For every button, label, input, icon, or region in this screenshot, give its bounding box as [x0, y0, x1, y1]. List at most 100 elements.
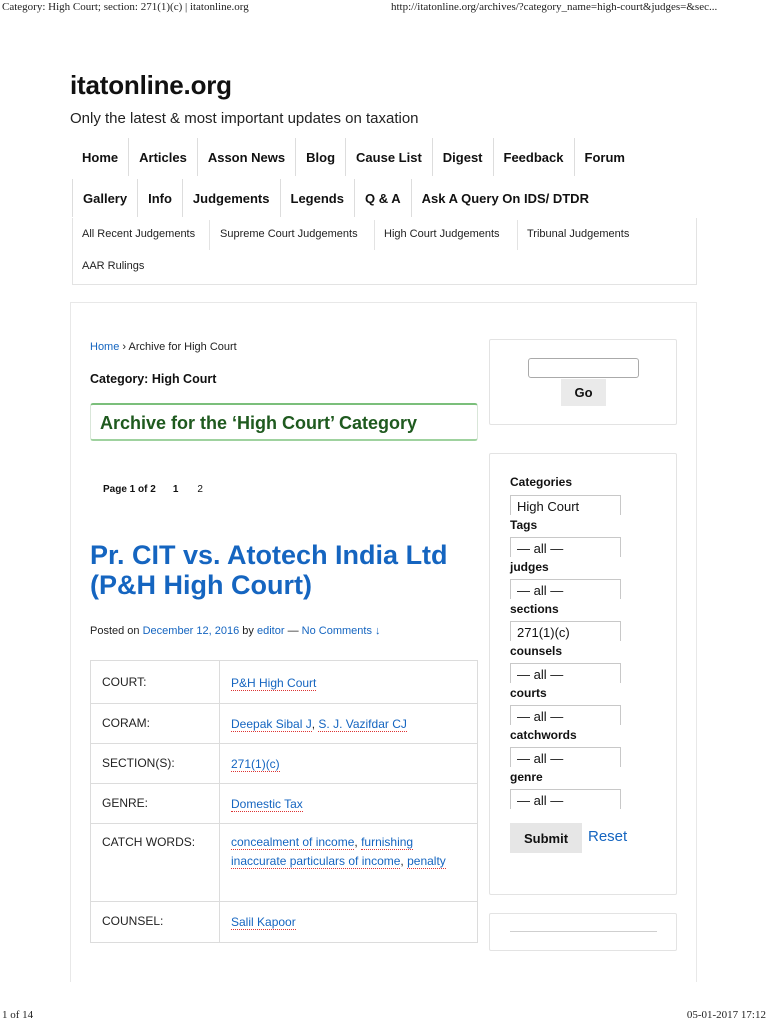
filter-reset-link[interactable]: Reset: [588, 828, 627, 845]
nav-item-articles[interactable]: Articles: [128, 138, 197, 176]
print-footer: 1 of 14 05-01-2017 17:12: [0, 1007, 768, 1024]
table-key-coram: CORAM:: [90, 703, 220, 744]
nav-item-q-and-a[interactable]: Q & A: [353, 179, 411, 217]
catchword-link-3[interactable]: penalty: [407, 854, 446, 869]
table-row: CORAM: Deepak Sibal J, S. J. Vazifdar CJ: [90, 703, 478, 744]
post-comments-link[interactable]: No Comments ↓: [302, 625, 381, 637]
nav-item-info[interactable]: Info: [137, 179, 182, 217]
filter-widget: Categories High Court Tags — all — judge…: [489, 453, 677, 895]
nav-item-forum[interactable]: Forum: [573, 138, 635, 176]
coram-link-1[interactable]: Deepak Sibal J: [231, 717, 312, 732]
post-meta-by: by: [242, 625, 254, 637]
table-row: CATCH WORDS: concealment of income, furn…: [90, 823, 478, 902]
nav-item-asson-news[interactable]: Asson News: [196, 138, 295, 176]
print-timestamp: 05-01-2017 17:12: [686, 1009, 766, 1021]
breadcrumb-separator: ›: [122, 341, 127, 353]
archive-heading-box: Archive for the ‘High Court’ Category: [90, 403, 478, 441]
nav-item-digest[interactable]: Digest: [431, 138, 493, 176]
site-tagline: Only the latest & most important updates…: [70, 110, 419, 127]
table-value-genre: Domestic Tax: [219, 783, 478, 824]
sections-select[interactable]: 271(1)(c): [510, 621, 621, 641]
coram-link-2[interactable]: S. J. Vazifdar CJ: [318, 717, 407, 732]
table-key-court: COURT:: [90, 660, 220, 704]
subnav-item-all-recent[interactable]: All Recent Judgements: [82, 228, 195, 240]
table-value-section: 271(1)(c): [219, 743, 478, 784]
catchwords-select[interactable]: — all —: [510, 747, 621, 767]
print-page-url: http://itatonline.org/archives/?category…: [391, 1, 718, 13]
counsel-link[interactable]: Salil Kapoor: [231, 915, 296, 930]
breadcrumb-home-link[interactable]: Home: [90, 341, 119, 353]
nav-item-ask-a-query[interactable]: Ask A Query On IDS/ DTDR: [410, 179, 599, 217]
categories-label: Categories: [510, 475, 573, 489]
pagination: Page 1 of 2 1 2: [103, 484, 203, 495]
pagination-page-2-link[interactable]: 2: [197, 484, 203, 495]
widget-divider: [510, 931, 657, 932]
table-key-catch-words: CATCH WORDS:: [90, 823, 220, 902]
search-widget: Go: [489, 339, 677, 425]
filter-submit-button[interactable]: Submit: [510, 823, 582, 853]
counsels-select[interactable]: — all —: [510, 663, 621, 683]
table-key-counsel: COUNSEL:: [90, 901, 220, 943]
table-value-counsel: Salil Kapoor: [219, 901, 478, 943]
judges-select[interactable]: — all —: [510, 579, 621, 599]
subnav-item-supreme-court[interactable]: Supreme Court Judgements: [220, 228, 358, 240]
table-value-coram: Deepak Sibal J, S. J. Vazifdar CJ: [219, 703, 478, 744]
nav-item-legends[interactable]: Legends: [279, 179, 354, 217]
section-link[interactable]: 271(1)(c): [231, 757, 280, 772]
category-label: Category: High Court: [90, 372, 217, 386]
genre-select[interactable]: — all —: [510, 789, 621, 809]
post-date-link[interactable]: December 12, 2016: [143, 625, 240, 637]
nav-item-gallery[interactable]: Gallery: [72, 179, 137, 217]
sidebar-widget-empty: [489, 913, 677, 951]
table-row: SECTION(S): 271(1)(c): [90, 743, 478, 784]
pagination-current-page: 1: [172, 484, 179, 495]
main-nav-row-1: Home Articles Asson News Blog Cause List…: [72, 138, 635, 176]
genre-link[interactable]: Domestic Tax: [231, 797, 303, 812]
subnav-item-high-court[interactable]: High Court Judgements: [384, 228, 500, 240]
print-page-title: Category: High Court; section: 271(1)(c)…: [2, 1, 249, 13]
court-link[interactable]: P&H High Court: [231, 676, 317, 691]
table-row: COURT: P&H High Court: [90, 660, 478, 704]
categories-select[interactable]: High Court: [510, 495, 621, 515]
post-meta-dash: —: [287, 625, 299, 637]
genre-label: genre: [510, 770, 543, 784]
post-title-link[interactable]: Pr. CIT vs. Atotech India Ltd (P&H High …: [90, 540, 470, 600]
nav-item-cause-list[interactable]: Cause List: [345, 138, 432, 176]
courts-label: courts: [510, 686, 547, 700]
table-row: COUNSEL: Salil Kapoor: [90, 901, 478, 943]
nav-item-judgements[interactable]: Judgements: [181, 179, 280, 217]
breadcrumb-current: Archive for High Court: [128, 341, 237, 353]
catchwords-label: catchwords: [510, 728, 577, 742]
subnav-divider: [517, 220, 518, 250]
subnav-divider: [374, 220, 375, 250]
table-key-section: SECTION(S):: [90, 743, 220, 784]
subnav-divider: [209, 220, 210, 250]
tags-select[interactable]: — all —: [510, 537, 621, 557]
subnav-item-tribunal[interactable]: Tribunal Judgements: [527, 228, 629, 240]
site-title[interactable]: itatonline.org: [70, 70, 232, 101]
table-value-court: P&H High Court: [219, 660, 478, 704]
post-author-link[interactable]: editor: [257, 625, 285, 637]
subnav-item-aar-rulings[interactable]: AAR Rulings: [82, 260, 144, 272]
catchword-link-1[interactable]: concealment of income: [231, 835, 355, 850]
main-nav-row-2: Gallery Info Judgements Legends Q & A As…: [72, 179, 599, 217]
print-page-count: 1 of 14: [2, 1009, 34, 1021]
sections-label: sections: [510, 602, 559, 616]
pagination-info: Page 1 of 2: [103, 484, 156, 495]
search-go-button[interactable]: Go: [561, 379, 606, 406]
tags-label: Tags: [510, 518, 538, 532]
archive-heading: Archive for the ‘High Court’ Category: [100, 413, 418, 433]
nav-item-home[interactable]: Home: [72, 138, 128, 176]
judgement-info-table: COURT: P&H High Court CORAM: Deepak Siba…: [90, 660, 478, 943]
courts-select[interactable]: — all —: [510, 705, 621, 725]
sub-nav: All Recent Judgements Supreme Court Judg…: [72, 218, 697, 285]
search-input[interactable]: [528, 358, 639, 378]
nav-item-blog[interactable]: Blog: [295, 138, 345, 176]
table-row: GENRE: Domestic Tax: [90, 783, 478, 824]
table-key-genre: GENRE:: [90, 783, 220, 824]
nav-item-feedback[interactable]: Feedback: [492, 138, 574, 176]
post-meta: Posted on December 12, 2016 by editor — …: [90, 625, 381, 637]
table-value-catch-words: concealment of income, furnishing inaccu…: [219, 823, 478, 902]
breadcrumb: Home › Archive for High Court: [90, 341, 237, 353]
post-meta-posted-on: Posted on: [90, 625, 140, 637]
